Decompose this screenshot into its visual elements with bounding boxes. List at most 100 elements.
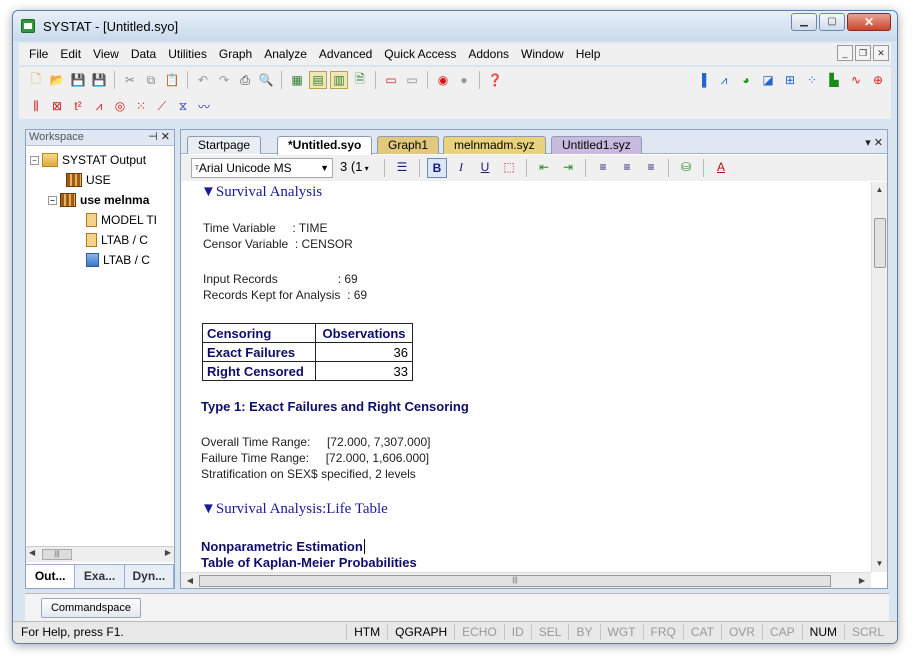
print-preview-icon[interactable]: 🔍	[257, 71, 275, 89]
record-icon[interactable]: ◉	[434, 71, 452, 89]
tab-graph1[interactable]: Graph1	[377, 136, 440, 154]
align-left-icon[interactable]: ≡	[593, 158, 613, 178]
scroll-down-icon[interactable]: ▼	[872, 556, 887, 572]
tab-startpage[interactable]: Startpage	[187, 136, 262, 154]
scroll-left-icon[interactable]: ◀	[29, 548, 35, 557]
align-right-icon[interactable]: ≡	[641, 158, 661, 178]
mdi-minimize-button[interactable]: _	[837, 45, 853, 61]
anova-icon[interactable]: ⩘	[90, 97, 108, 115]
data-editor-icon[interactable]: ▦	[288, 71, 306, 89]
save-all-icon[interactable]: 💾	[90, 71, 108, 89]
tab-output[interactable]: Out...	[26, 565, 76, 588]
pin-close-icon[interactable]: ⊣ ✕	[148, 130, 170, 145]
crosstab-icon[interactable]: ⊠	[48, 97, 66, 115]
maximize-button[interactable]: ▢	[819, 13, 845, 31]
output-horizontal-scrollbar[interactable]: ◀ ||| ▶	[181, 572, 871, 588]
function-plot-icon[interactable]: ∿	[847, 71, 865, 89]
help-icon[interactable]: ❓	[486, 71, 504, 89]
graph-editor-icon[interactable]: ▥	[330, 71, 348, 89]
output-content[interactable]: ▼Survival Analysis Time Variable : TIME …	[181, 182, 871, 572]
tab-dynamic[interactable]: Dyn...	[125, 565, 174, 588]
t-test-icon[interactable]: t²	[69, 97, 87, 115]
tab-untitled-syo[interactable]: *Untitled.syo	[277, 136, 373, 155]
menu-utilities[interactable]: Utilities	[162, 47, 213, 61]
output-view-icon[interactable]: ▤	[309, 71, 327, 89]
area-chart-icon[interactable]: ◪	[759, 71, 777, 89]
stop-icon[interactable]: ●	[455, 71, 473, 89]
menu-addons[interactable]: Addons	[462, 47, 515, 61]
target-icon[interactable]: ◎	[111, 97, 129, 115]
tab-menu-close-icon[interactable]: ▾ ✕	[865, 136, 883, 149]
histogram-icon[interactable]: ▙	[825, 71, 843, 89]
mdi-restore-button[interactable]: ❐	[855, 45, 871, 61]
regression-icon[interactable]: ⟋	[153, 97, 171, 115]
tree-item-ltab-1[interactable]: LTAB / C	[26, 230, 174, 250]
workspace-horizontal-scrollbar[interactable]: ◀ ||| ▶	[26, 546, 174, 562]
menu-analyze[interactable]: Analyze	[258, 47, 313, 61]
menu-quick-access[interactable]: Quick Access	[378, 47, 462, 61]
scroll-right-icon[interactable]: ▶	[165, 548, 171, 557]
tree-item-systat-output[interactable]: − SYSTAT Output	[26, 150, 174, 170]
menu-edit[interactable]: Edit	[54, 47, 87, 61]
scroll-right-icon[interactable]: ▶	[855, 573, 869, 589]
cut-icon[interactable]: ✂	[121, 71, 139, 89]
open-folder-icon[interactable]: 📂	[48, 71, 66, 89]
new-file-icon[interactable]: 🗋	[27, 71, 45, 89]
collapse-icon[interactable]: −	[48, 195, 57, 205]
dialog-list-icon[interactable]: ▭	[403, 71, 421, 89]
tree-item-use-melnma[interactable]: − use melnma	[26, 190, 174, 210]
menu-help[interactable]: Help	[570, 47, 607, 61]
scatter-plot-icon[interactable]: ⁘	[803, 71, 821, 89]
scroll-thumb[interactable]: |||	[42, 549, 72, 560]
output-vertical-scrollbar[interactable]: ▲ ▼	[871, 182, 887, 572]
title-bar[interactable]: SYSTAT - [Untitled.syo] ▁ ▢ ✕	[13, 11, 897, 41]
minimize-button[interactable]: ▁	[791, 13, 817, 31]
bold-button[interactable]: B	[427, 158, 447, 178]
copy-icon[interactable]: ⧉	[142, 71, 160, 89]
scroll-thumb[interactable]: |||	[199, 575, 831, 587]
menu-file[interactable]: File	[23, 47, 54, 61]
commandspace-button[interactable]: Commandspace	[41, 598, 141, 618]
tree-item-use[interactable]: USE	[26, 170, 174, 190]
paste-icon[interactable]: 📋	[163, 71, 181, 89]
map-icon[interactable]: ⊕	[869, 71, 887, 89]
scroll-up-icon[interactable]: ▲	[872, 182, 887, 198]
tab-melnmadm[interactable]: melnmadm.syz	[443, 136, 546, 154]
scatter-matrix-icon[interactable]: ⁙	[132, 97, 150, 115]
save-icon[interactable]: 💾	[69, 71, 87, 89]
mdi-close-button[interactable]: ✕	[873, 45, 889, 61]
menu-advanced[interactable]: Advanced	[313, 47, 378, 61]
fill-color-icon[interactable]: ⛁	[676, 158, 696, 178]
menu-data[interactable]: Data	[125, 47, 162, 61]
menu-window[interactable]: Window	[515, 47, 570, 61]
section-title-survival[interactable]: ▼Survival Analysis	[201, 184, 322, 201]
scroll-left-icon[interactable]: ◀	[183, 573, 197, 589]
font-color-icon[interactable]: A	[711, 158, 731, 178]
menu-view[interactable]: View	[87, 47, 125, 61]
increase-indent-icon[interactable]: ⇥	[558, 158, 578, 178]
dialog-recall-icon[interactable]: ▭	[382, 71, 400, 89]
align-center-icon[interactable]: ≡	[617, 158, 637, 178]
pie-chart-icon[interactable]: ◕	[737, 71, 755, 89]
underline-button[interactable]: U	[475, 158, 495, 178]
descriptive-stats-icon[interactable]: ⫼	[27, 97, 45, 115]
time-series-icon[interactable]: 〰	[195, 97, 213, 115]
section-title-life-table[interactable]: ▼Survival Analysis:Life Table	[201, 501, 388, 518]
print-icon[interactable]: ⎙	[236, 71, 254, 89]
paragraph-icon[interactable]: ☰	[392, 158, 412, 178]
close-button[interactable]: ✕	[847, 13, 891, 31]
italic-button[interactable]: I	[451, 158, 471, 178]
font-size-select[interactable]: 3 (1 ▾	[337, 158, 377, 178]
tree-item-ltab-2[interactable]: LTAB / C	[26, 250, 174, 270]
command-editor-icon[interactable]: 🗎	[351, 71, 369, 89]
decrease-indent-icon[interactable]: ⇤	[534, 158, 554, 178]
tree-item-model[interactable]: MODEL TI	[26, 210, 174, 230]
line-chart-icon[interactable]: ⩘	[715, 71, 733, 89]
collapse-icon[interactable]: −	[30, 155, 39, 165]
font-family-select[interactable]: ᵀArial Unicode MS ▼	[191, 158, 333, 178]
redo-icon[interactable]: ↷	[215, 71, 233, 89]
bar-chart-icon[interactable]: ▐	[693, 71, 711, 89]
tab-untitled1-syz[interactable]: Untitled1.syz	[551, 136, 642, 154]
tab-examples[interactable]: Exa...	[75, 565, 125, 588]
box-plot-icon[interactable]: ⊞	[781, 71, 799, 89]
